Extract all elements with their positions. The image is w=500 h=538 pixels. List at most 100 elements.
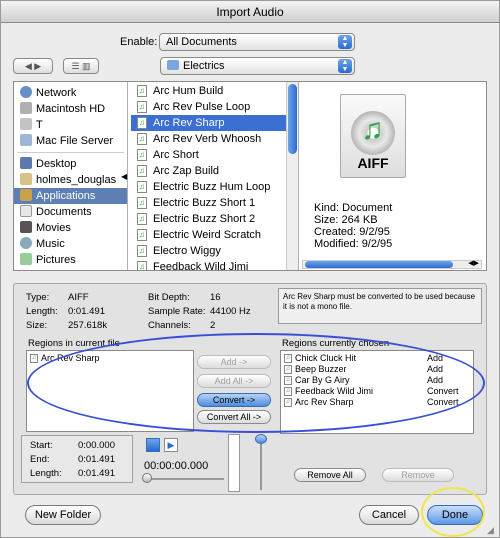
- remove-button[interactable]: Remove: [382, 468, 454, 482]
- audio-file-icon: ♫: [137, 197, 147, 209]
- sidebar-item-mac-file-server[interactable]: Mac File Server: [20, 133, 113, 149]
- playhead-track: [144, 478, 224, 480]
- convert-all-button[interactable]: Convert All ->: [197, 410, 271, 424]
- audio-file-icon: ♫: [284, 376, 292, 385]
- file-item[interactable]: ♫ Feedback Wild Jimi: [131, 259, 288, 270]
- sidebar-item-t[interactable]: T: [20, 117, 43, 133]
- volume-slider-knob[interactable]: [255, 434, 267, 444]
- sidebar-item-applications[interactable]: Applications: [14, 188, 127, 204]
- region-action: Add: [427, 353, 444, 363]
- sidebar-item-documents[interactable]: Documents: [20, 204, 92, 220]
- regions-current-list[interactable]: ♫ Arc Rev Sharp: [26, 350, 194, 432]
- enable-label: Enable:: [120, 36, 158, 48]
- channels-label: Channels:: [148, 320, 191, 331]
- file-item[interactable]: ♫ Arc Rev Pulse Loop: [131, 99, 288, 115]
- file-item[interactable]: ♫ Electric Buzz Short 2: [131, 211, 288, 227]
- file-item[interactable]: ♫ Electro Wiggy: [131, 243, 288, 259]
- file-item[interactable]: ♫ Electric Buzz Short 1: [131, 195, 288, 211]
- sidebar-item-macintosh-hd[interactable]: Macintosh HD: [20, 101, 105, 117]
- sample-rate-value: 44100 Hz: [210, 306, 251, 317]
- region-action: Convert: [427, 386, 459, 396]
- playhead-slider-knob[interactable]: [142, 473, 152, 483]
- region-action: Add: [427, 375, 444, 385]
- file-item[interactable]: ♫ Arc Rev Verb Whoosh: [131, 131, 288, 147]
- type-value: AIFF: [68, 292, 89, 303]
- waveform-area: [228, 434, 240, 492]
- new-folder-button[interactable]: New Folder: [25, 505, 101, 525]
- network-icon: [20, 86, 32, 98]
- region-action: Convert: [427, 397, 459, 407]
- sidebar: Network Macintosh HD T Mac File Server D…: [14, 82, 128, 270]
- audio-file-icon: ♫: [137, 229, 147, 241]
- regions-chosen-title: Regions currently chosen: [282, 338, 390, 349]
- resize-grip-icon[interactable]: ◢: [487, 525, 494, 536]
- list-item[interactable]: ♫ Beep Buzzer: [283, 364, 347, 375]
- movies-icon: [20, 221, 32, 233]
- import-audio-dialog: Import Audio Enable: All Documents ▲ ▼ ◀ …: [0, 0, 500, 538]
- sidebar-item-holmes-douglas[interactable]: holmes_douglas: [20, 172, 116, 188]
- file-item-selected[interactable]: ♫ Arc Rev Sharp: [131, 115, 288, 131]
- audio-file-icon: ♫: [137, 101, 147, 113]
- preview-modified: Modified: 9/2/95: [314, 238, 393, 250]
- file-list-scrollbar[interactable]: [286, 82, 298, 270]
- preview-created: Created: 9/2/95: [314, 226, 390, 238]
- stop-button[interactable]: [146, 438, 160, 452]
- aiff-icon-label: AIFF: [357, 155, 389, 171]
- file-preview: ♫ AIFF Kind: Document Size: 264 KB Creat…: [300, 82, 486, 270]
- add-button[interactable]: Add ->: [197, 355, 271, 369]
- list-item[interactable]: ♫ Chick Cluck Hit: [283, 353, 356, 364]
- add-all-button[interactable]: Add All ->: [197, 374, 271, 388]
- file-item[interactable]: ♫ Electric Weird Scratch: [131, 227, 288, 243]
- remove-all-button[interactable]: Remove All: [294, 468, 366, 482]
- desktop-icon: [20, 157, 32, 169]
- sample-rate-label: Sample Rate:: [148, 306, 206, 317]
- scrollbar-thumb[interactable]: [305, 261, 453, 268]
- start-value: 0:00.000: [78, 440, 115, 451]
- length-time-label: Length:: [30, 468, 62, 479]
- sidebar-item-music[interactable]: Music: [20, 236, 65, 252]
- scroll-arrows-icon[interactable]: ◀▶: [468, 259, 479, 267]
- hard-drive-icon: [20, 102, 32, 114]
- back-forward-buttons[interactable]: ◀ ▶: [13, 58, 53, 74]
- scrollbar-thumb[interactable]: [288, 84, 297, 154]
- audio-file-icon: ♫: [137, 181, 147, 193]
- file-item[interactable]: ♫ Arc Short: [131, 147, 288, 163]
- end-label: End:: [30, 454, 50, 465]
- size-value: 257.618k: [68, 320, 108, 331]
- bit-depth-value: 16: [210, 292, 221, 303]
- location-popup[interactable]: Electrics ▲ ▼: [160, 57, 355, 75]
- convert-button[interactable]: Convert ->: [197, 393, 271, 407]
- regions-chosen-list[interactable]: ♫ Chick Cluck Hit Add ♫ Beep Buzzer Add ♫ C…: [280, 350, 474, 434]
- play-icon[interactable]: ▶: [164, 438, 178, 452]
- aiff-file-icon: ♫ AIFF: [340, 94, 406, 178]
- list-item[interactable]: ♫ Car By G Airy: [283, 375, 350, 386]
- list-item[interactable]: ♫ Arc Rev Sharp: [283, 397, 354, 408]
- sidebar-scroll-arrow-icon[interactable]: ◀: [121, 172, 127, 181]
- audio-file-icon: ♫: [284, 354, 292, 363]
- sidebar-item-network[interactable]: Network: [20, 85, 76, 101]
- list-item[interactable]: ♫ Arc Rev Sharp: [29, 353, 100, 364]
- sidebar-item-movies[interactable]: Movies: [20, 220, 71, 236]
- pictures-icon: [20, 253, 32, 265]
- done-button[interactable]: Done: [427, 505, 483, 525]
- enable-popup[interactable]: All Documents ▲ ▼: [159, 33, 355, 51]
- file-item[interactable]: ♫ Arc Zap Build: [131, 163, 288, 179]
- view-mode-toggle[interactable]: ☰ ▥: [63, 58, 99, 74]
- window-title: Import Audio: [1, 1, 499, 23]
- list-item[interactable]: ♫ Feedback Wild Jimi: [283, 386, 373, 397]
- file-item[interactable]: ♫ Arc Hum Build: [131, 83, 288, 99]
- cancel-button[interactable]: Cancel: [359, 505, 419, 525]
- conversion-message: Arc Rev Sharp must be converted to be us…: [278, 288, 482, 324]
- regions-current-title: Regions in current file: [28, 338, 120, 349]
- file-item[interactable]: ♫ Electric Buzz Hum Loop: [131, 179, 288, 195]
- audio-file-icon: ♫: [137, 117, 147, 129]
- sidebar-item-desktop[interactable]: Desktop: [20, 156, 76, 172]
- documents-icon: [20, 205, 32, 217]
- audio-file-icon: ♫: [137, 133, 147, 145]
- time-info-box: Start: 0:00.000 End: 0:01.491 Length: 0:…: [21, 435, 133, 483]
- preview-size: Size: 264 KB: [314, 214, 378, 226]
- audio-file-icon: ♫: [137, 213, 147, 225]
- sidebar-item-pictures[interactable]: Pictures: [20, 252, 76, 268]
- audio-file-icon: ♫: [137, 165, 147, 177]
- horizontal-scrollbar[interactable]: ◀▶: [302, 260, 482, 269]
